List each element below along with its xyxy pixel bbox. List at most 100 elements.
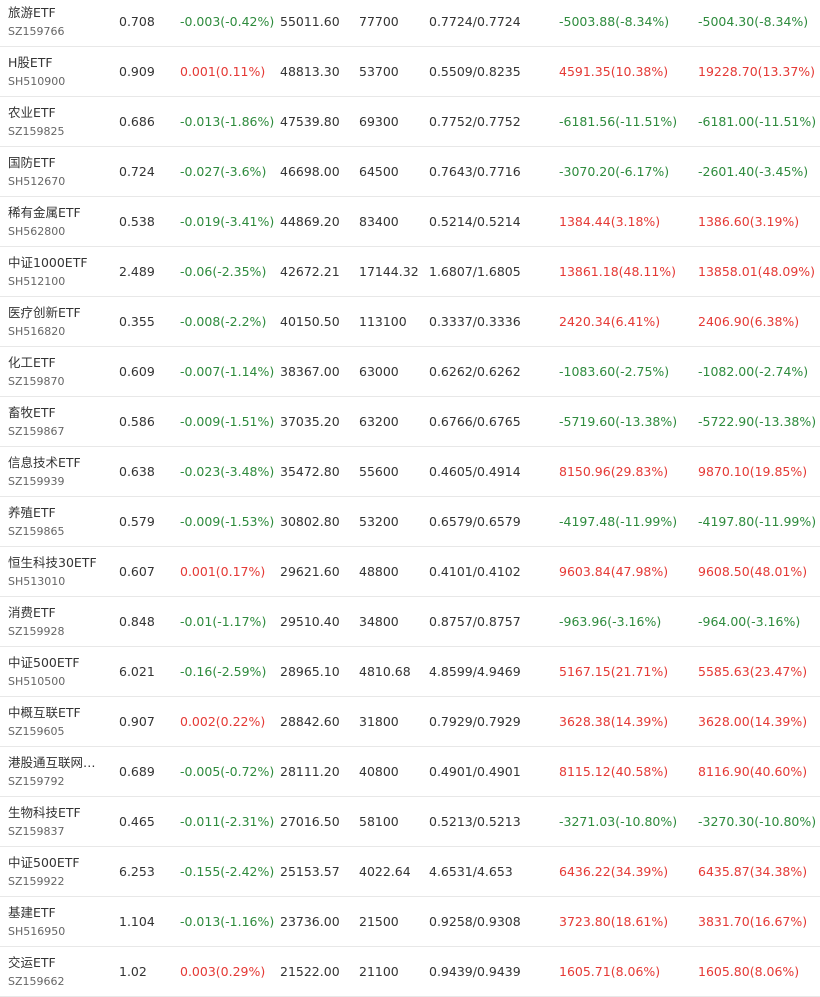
table-row[interactable]: 医疗创新ETF SH516820 0.355 -0.008(-2.2%) 40150.5… — [0, 297, 820, 347]
change-value: -0.009(-1.53%) — [180, 514, 275, 529]
change-value: 0.002(0.22%) — [180, 714, 266, 729]
fund-code: SZ159928 — [8, 625, 65, 638]
fund-name[interactable]: 中证500ETF — [8, 655, 104, 671]
shares-value: 4022.64 — [359, 864, 411, 879]
fund-code: SZ159865 — [8, 525, 65, 538]
shares-value: 34800 — [359, 614, 399, 629]
fund-name-cell: 稀有金属ETF SH562800 — [8, 205, 108, 239]
table-row[interactable]: 稀有金属ETF SH562800 0.538 -0.019(-3.41%) 44869.… — [0, 197, 820, 247]
table-row[interactable]: 中证1000ETF SH512100 2.489 -0.06(-2.35%) 42672… — [0, 247, 820, 297]
fund-name[interactable]: 旅游ETF — [8, 5, 104, 21]
nav-value: 0.9439/0.9439 — [429, 964, 521, 979]
table-row[interactable]: 交运ETF SZ159662 1.02 0.003(0.29%) 21522.00 211… — [0, 947, 820, 997]
table-row[interactable]: 港股通互联网… SZ159792 0.689 -0.005(-0.72%) 28111.… — [0, 747, 820, 797]
fund-name[interactable]: 恒生科技30ETF — [8, 555, 104, 571]
table-row[interactable]: 恒生科技30ETF SH513010 0.607 0.001(0.17%) 29621.… — [0, 547, 820, 597]
fund-name[interactable]: 港股通互联网… — [8, 755, 104, 771]
nav-value: 0.5214/0.5214 — [429, 214, 521, 229]
profit-loss-value: -3070.20(-6.17%) — [559, 164, 670, 179]
table-row[interactable]: H股ETF SH510900 0.909 0.001(0.11%) 48813.30 53… — [0, 47, 820, 97]
nav-value: 0.7752/0.7752 — [429, 114, 521, 129]
fund-name[interactable]: 基建ETF — [8, 905, 104, 921]
profit-loss-value: 8115.12(40.58%) — [559, 764, 669, 779]
shares-value: 31800 — [359, 714, 399, 729]
fund-name[interactable]: 农业ETF — [8, 105, 104, 121]
fund-name[interactable]: 中证1000ETF — [8, 255, 104, 271]
change-value: -0.003(-0.42%) — [180, 14, 275, 29]
table-row[interactable]: 生物科技ETF SZ159837 0.465 -0.011(-2.31%) 27016.… — [0, 797, 820, 847]
fund-name[interactable]: 化工ETF — [8, 355, 104, 371]
nav-value: 0.3337/0.3336 — [429, 314, 521, 329]
profit-loss-value: 2420.34(6.41%) — [559, 314, 661, 329]
profit-loss-value: -3271.03(-10.80%) — [559, 814, 678, 829]
fund-name-cell: 旅游ETF SZ159766 — [8, 5, 108, 39]
fund-code: SZ159837 — [8, 825, 65, 838]
nav-value: 1.6807/1.6805 — [429, 264, 521, 279]
fund-name[interactable]: 交运ETF — [8, 955, 104, 971]
fund-name-cell: 消费ETF SZ159928 — [8, 605, 108, 639]
fund-name-cell: 中证1000ETF SH512100 — [8, 255, 108, 289]
table-row[interactable]: 基建ETF SH516950 1.104 -0.013(-1.16%) 23736.00… — [0, 897, 820, 947]
fund-name[interactable]: 养殖ETF — [8, 505, 104, 521]
table-row[interactable]: 化工ETF SZ159870 0.609 -0.007(-1.14%) 38367.00… — [0, 347, 820, 397]
table-row[interactable]: 农业ETF SZ159825 0.686 -0.013(-1.86%) 47539.80… — [0, 97, 820, 147]
fund-name[interactable]: 信息技术ETF — [8, 455, 104, 471]
fund-name[interactable]: 国防ETF — [8, 155, 104, 171]
change-value: -0.01(-1.17%) — [180, 614, 267, 629]
table-row[interactable]: 中证500ETF SZ159922 6.253 -0.155(-2.42%) 25153… — [0, 847, 820, 897]
profit-loss-total-value: -964.00(-3.16%) — [698, 614, 801, 629]
profit-loss-value: -4197.48(-11.99%) — [559, 514, 678, 529]
change-value: -0.009(-1.51%) — [180, 414, 275, 429]
price-value: 0.538 — [119, 214, 155, 229]
table-row[interactable]: 国防ETF SH512670 0.724 -0.027(-3.6%) 46698.00 6… — [0, 147, 820, 197]
fund-name[interactable]: 稀有金属ETF — [8, 205, 104, 221]
price-value: 0.724 — [119, 164, 155, 179]
nav-value: 0.5509/0.8235 — [429, 64, 521, 79]
scale-value: 35472.80 — [280, 464, 340, 479]
profit-loss-value: -1083.60(-2.75%) — [559, 364, 670, 379]
table-row[interactable]: 消费ETF SZ159928 0.848 -0.01(-1.17%) 29510.40 3… — [0, 597, 820, 647]
fund-name-cell: 恒生科技30ETF SH513010 — [8, 555, 108, 589]
fund-name[interactable]: H股ETF — [8, 55, 104, 71]
price-value: 0.638 — [119, 464, 155, 479]
nav-value: 0.6262/0.6262 — [429, 364, 521, 379]
nav-value: 0.8757/0.8757 — [429, 614, 521, 629]
price-value: 0.465 — [119, 814, 155, 829]
fund-name[interactable]: 中概互联ETF — [8, 705, 104, 721]
table-row[interactable]: 中概互联ETF SZ159605 0.907 0.002(0.22%) 28842.60… — [0, 697, 820, 747]
change-value: -0.019(-3.41%) — [180, 214, 275, 229]
scale-value: 38367.00 — [280, 364, 340, 379]
fund-code: SH516950 — [8, 925, 66, 938]
price-value: 0.609 — [119, 364, 155, 379]
table-row[interactable]: 信息技术ETF SZ159939 0.638 -0.023(-3.48%) 35472.… — [0, 447, 820, 497]
scale-value: 28111.20 — [280, 764, 340, 779]
profit-loss-value: -963.96(-3.16%) — [559, 614, 662, 629]
profit-loss-value: 6436.22(34.39%) — [559, 864, 669, 879]
change-value: -0.007(-1.14%) — [180, 364, 275, 379]
fund-name[interactable]: 畜牧ETF — [8, 405, 104, 421]
fund-name-cell: 生物科技ETF SZ159837 — [8, 805, 108, 839]
change-value: 0.001(0.17%) — [180, 564, 266, 579]
table-row[interactable]: 中证500ETF SH510500 6.021 -0.16(-2.59%) 28965.… — [0, 647, 820, 697]
profit-loss-total-value: 3628.00(14.39%) — [698, 714, 808, 729]
profit-loss-total-value: 1605.80(8.06%) — [698, 964, 800, 979]
change-value: -0.155(-2.42%) — [180, 864, 275, 879]
fund-name[interactable]: 生物科技ETF — [8, 805, 104, 821]
profit-loss-total-value: -6181.00(-11.51%) — [698, 114, 817, 129]
scale-value: 29621.60 — [280, 564, 340, 579]
change-value: -0.06(-2.35%) — [180, 264, 267, 279]
fund-name[interactable]: 消费ETF — [8, 605, 104, 621]
scale-value: 40150.50 — [280, 314, 340, 329]
fund-name[interactable]: 中证500ETF — [8, 855, 104, 871]
table-row[interactable]: 畜牧ETF SZ159867 0.586 -0.009(-1.51%) 37035.20… — [0, 397, 820, 447]
table-row[interactable]: 旅游ETF SZ159766 0.708 -0.003(-0.42%) 55011.60… — [0, 0, 820, 47]
fund-name[interactable]: 医疗创新ETF — [8, 305, 104, 321]
scale-value: 46698.00 — [280, 164, 340, 179]
change-value: -0.013(-1.86%) — [180, 114, 275, 129]
fund-name-cell: 基建ETF SH516950 — [8, 905, 108, 939]
fund-name-cell: 港股通互联网… SZ159792 — [8, 755, 108, 789]
table-row[interactable]: 养殖ETF SZ159865 0.579 -0.009(-1.53%) 30802.80… — [0, 497, 820, 547]
profit-loss-total-value: -4197.80(-11.99%) — [698, 514, 817, 529]
change-value: -0.008(-2.2%) — [180, 314, 267, 329]
shares-value: 58100 — [359, 814, 399, 829]
